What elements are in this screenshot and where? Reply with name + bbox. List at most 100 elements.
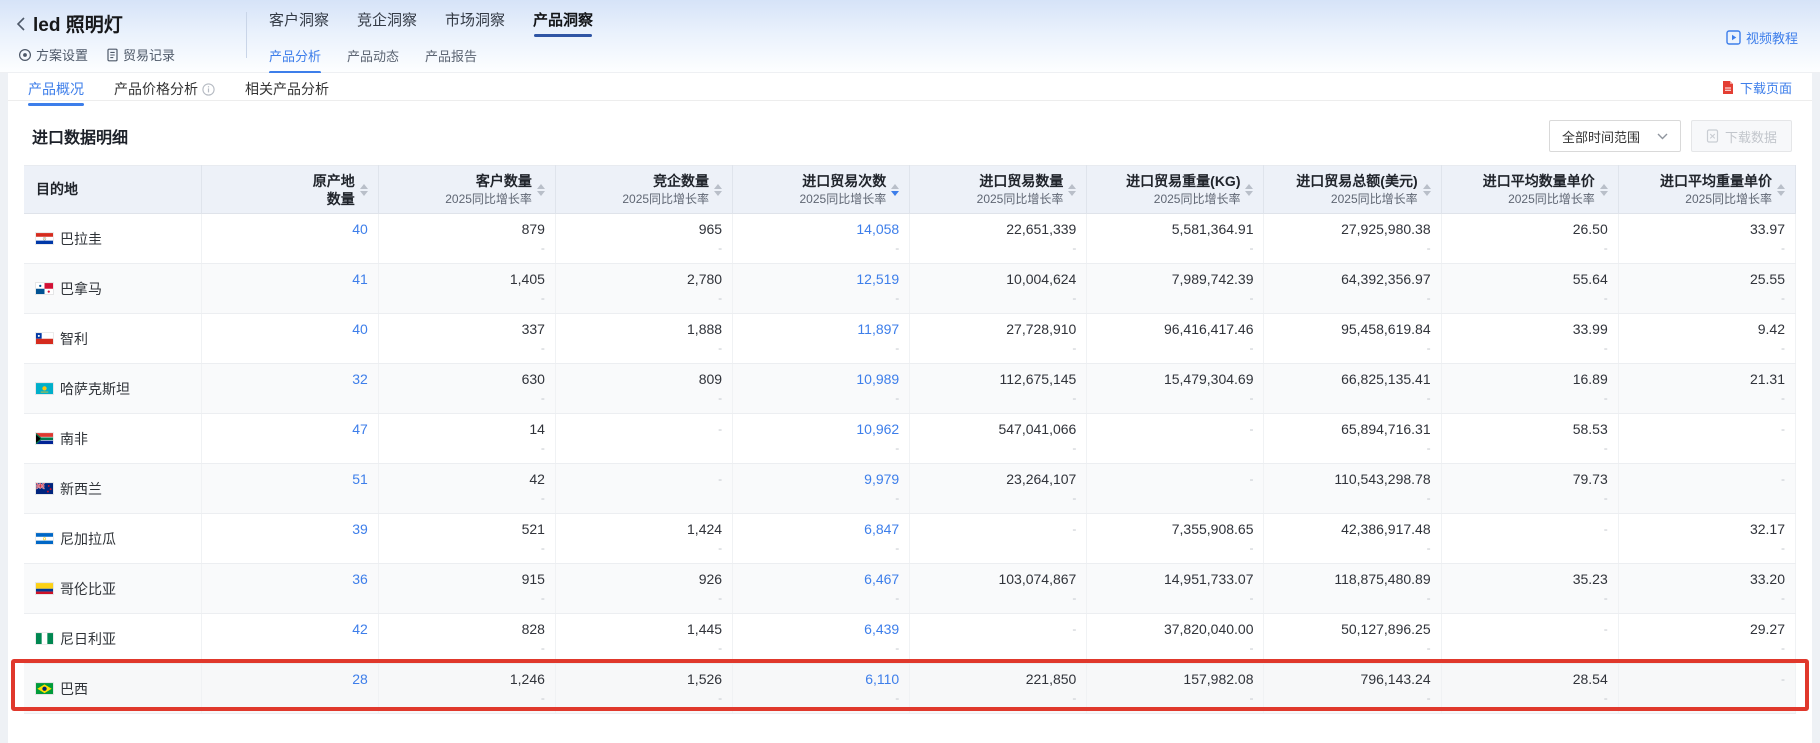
sort-carets-avg-qty-unit-price[interactable] <box>1600 184 1608 196</box>
flag-za-icon <box>36 433 53 445</box>
page-tab-产品价格分析[interactable]: 产品价格分析 <box>114 78 215 100</box>
cell-competitor-count: 809- <box>555 364 732 414</box>
sort-carets-import-trade-qty[interactable] <box>1068 184 1076 196</box>
cell-avg-qty-unit-price: - <box>1441 614 1618 664</box>
cell-competitor-count: 926- <box>555 564 732 614</box>
value-link[interactable]: 47 <box>202 420 368 439</box>
cell-import-trade-qty: 547,041,066- <box>910 414 1087 464</box>
cell-import-trade-amount: 27,925,980.38- <box>1264 214 1441 264</box>
page-tab-相关产品分析[interactable]: 相关产品分析 <box>245 78 329 100</box>
cell-avg-weight-unit-price: - <box>1618 414 1795 464</box>
cell-import-trade-amount: 110,543,298.78- <box>1264 464 1441 514</box>
destination-name: 尼日利亚 <box>60 629 116 649</box>
destination-name: 新西兰 <box>60 479 102 499</box>
sort-carets-origin-count[interactable] <box>360 184 368 196</box>
sort-carets-customer-count[interactable] <box>537 184 545 196</box>
cell-import-trade-weight: 15,479,304.69- <box>1087 364 1264 414</box>
cell-avg-qty-unit-price: 16.89- <box>1441 364 1618 414</box>
column-header-avg-qty-unit-price[interactable]: 进口平均数量单价2025同比增长率 <box>1441 166 1618 214</box>
value-link[interactable]: 11,897 <box>733 320 899 339</box>
section-title: 进口数据明细 <box>32 124 128 148</box>
cell-import-trade-weight: 96,416,417.46- <box>1087 314 1264 364</box>
cell-avg-weight-unit-price: - <box>1618 664 1795 714</box>
title-block: led 照明灯 方案设置 贸易记录 <box>0 0 246 72</box>
flag-kz-icon <box>36 383 53 395</box>
main-tab-客户洞察[interactable]: 客户洞察 <box>269 9 329 36</box>
download-data-button[interactable]: 下载数据 <box>1691 120 1792 152</box>
value-link[interactable]: 12,519 <box>733 270 899 289</box>
trade-record-button[interactable]: 贸易记录 <box>106 45 175 64</box>
info-icon <box>202 83 215 96</box>
value-link[interactable]: 28 <box>202 670 368 689</box>
destination-cell: 巴拿马 <box>24 264 201 314</box>
table-row-尼日利亚: 尼日利亚42828-1,445-6,439--37,820,040.00-50,… <box>24 614 1796 664</box>
destination-name: 尼加拉瓜 <box>60 529 116 549</box>
video-tutorial-link[interactable]: 视频教程 <box>1726 28 1798 47</box>
cell-customer-count: 630- <box>378 364 555 414</box>
cell-import-trade-weight: 7,355,908.65- <box>1087 514 1264 564</box>
value-link[interactable]: 39 <box>202 520 368 539</box>
cell-competitor-count: 1,445- <box>555 614 732 664</box>
column-header-import-trade-weight[interactable]: 进口贸易重量(KG)2025同比增长率 <box>1087 166 1264 214</box>
value-link[interactable]: 51 <box>202 470 368 489</box>
cell-avg-qty-unit-price: 33.99- <box>1441 314 1618 364</box>
secondary-tab-bar: 产品概况 产品价格分析 相关产品分析 下载页面 <box>8 73 1812 101</box>
sort-carets-import-trade-amount[interactable] <box>1423 184 1431 196</box>
target-icon <box>18 48 32 62</box>
column-header-import-trade-times[interactable]: 进口贸易次数2025同比增长率 <box>733 166 910 214</box>
value-link[interactable]: 6,439 <box>733 620 899 639</box>
sort-carets-avg-weight-unit-price[interactable] <box>1777 184 1785 196</box>
column-header-customer-count[interactable]: 客户数量2025同比增长率 <box>378 166 555 214</box>
column-header-import-trade-amount[interactable]: 进口贸易总额(美元)2025同比增长率 <box>1264 166 1441 214</box>
column-header-avg-weight-unit-price[interactable]: 进口平均重量单价2025同比增长率 <box>1618 166 1795 214</box>
value-link[interactable]: 10,962 <box>733 420 899 439</box>
sort-carets-competitor-count[interactable] <box>714 184 722 196</box>
flag-co-icon <box>36 583 53 595</box>
flag-ni-icon <box>36 533 53 545</box>
sub-tab-产品报告[interactable]: 产品报告 <box>425 46 477 65</box>
scheme-settings-button[interactable]: 方案设置 <box>18 45 88 64</box>
main-tab-竞企洞察[interactable]: 竞企洞察 <box>357 9 417 36</box>
table-row-巴西: 巴西281,246-1,526-6,110-221,850-157,982.08… <box>24 664 1796 714</box>
value-link[interactable]: 40 <box>202 220 368 239</box>
cell-import-trade-weight: 37,820,040.00- <box>1087 614 1264 664</box>
cell-avg-qty-unit-price: - <box>1441 514 1618 564</box>
value-link[interactable]: 6,467 <box>733 570 899 589</box>
cell-import-trade-times: 12,519- <box>733 264 910 314</box>
cell-import-trade-times: 10,962- <box>733 414 910 464</box>
value-link[interactable]: 6,110 <box>733 670 899 689</box>
table-row-尼加拉瓜: 尼加拉瓜39521-1,424-6,847--7,355,908.65-42,3… <box>24 514 1796 564</box>
value-link[interactable]: 6,847 <box>733 520 899 539</box>
sort-carets-import-trade-times[interactable] <box>891 184 899 196</box>
cell-import-trade-amount: 64,392,356.97- <box>1264 264 1441 314</box>
cell-import-trade-qty: 112,675,145- <box>910 364 1087 414</box>
value-link[interactable]: 32 <box>202 370 368 389</box>
sort-carets-import-trade-weight[interactable] <box>1245 184 1253 196</box>
main-tab-产品洞察[interactable]: 产品洞察 <box>533 9 593 36</box>
back-icon[interactable] <box>16 17 26 31</box>
value-link[interactable]: 42 <box>202 620 368 639</box>
value-link[interactable]: 40 <box>202 320 368 339</box>
cell-competitor-count: - <box>555 414 732 464</box>
value-link[interactable]: 36 <box>202 570 368 589</box>
value-link[interactable]: 10,989 <box>733 370 899 389</box>
column-header-competitor-count[interactable]: 竞企数量2025同比增长率 <box>555 166 732 214</box>
cell-import-trade-amount: 66,825,135.41- <box>1264 364 1441 414</box>
value-link[interactable]: 41 <box>202 270 368 289</box>
sub-tab-产品动态[interactable]: 产品动态 <box>347 46 399 65</box>
main-tab-市场洞察[interactable]: 市场洞察 <box>445 9 505 36</box>
cell-import-trade-qty: 23,264,107- <box>910 464 1087 514</box>
column-header-import-trade-qty[interactable]: 进口贸易数量2025同比增长率 <box>910 166 1087 214</box>
value-link[interactable]: 14,058 <box>733 220 899 239</box>
time-range-select[interactable]: 全部时间范围 <box>1549 120 1681 152</box>
value-link[interactable]: 9,979 <box>733 470 899 489</box>
column-header-destination: 目的地 <box>24 166 201 214</box>
cell-customer-count: 828- <box>378 614 555 664</box>
column-header-origin-count[interactable]: 原产地数量 <box>201 166 378 214</box>
page-tab-产品概况[interactable]: 产品概况 <box>28 78 84 100</box>
download-page-button[interactable]: 下载页面 <box>1721 78 1792 97</box>
cell-avg-weight-unit-price: - <box>1618 464 1795 514</box>
destination-name: 巴拿马 <box>60 279 102 299</box>
sub-tab-产品分析[interactable]: 产品分析 <box>269 46 321 65</box>
destination-name: 南非 <box>60 429 88 449</box>
